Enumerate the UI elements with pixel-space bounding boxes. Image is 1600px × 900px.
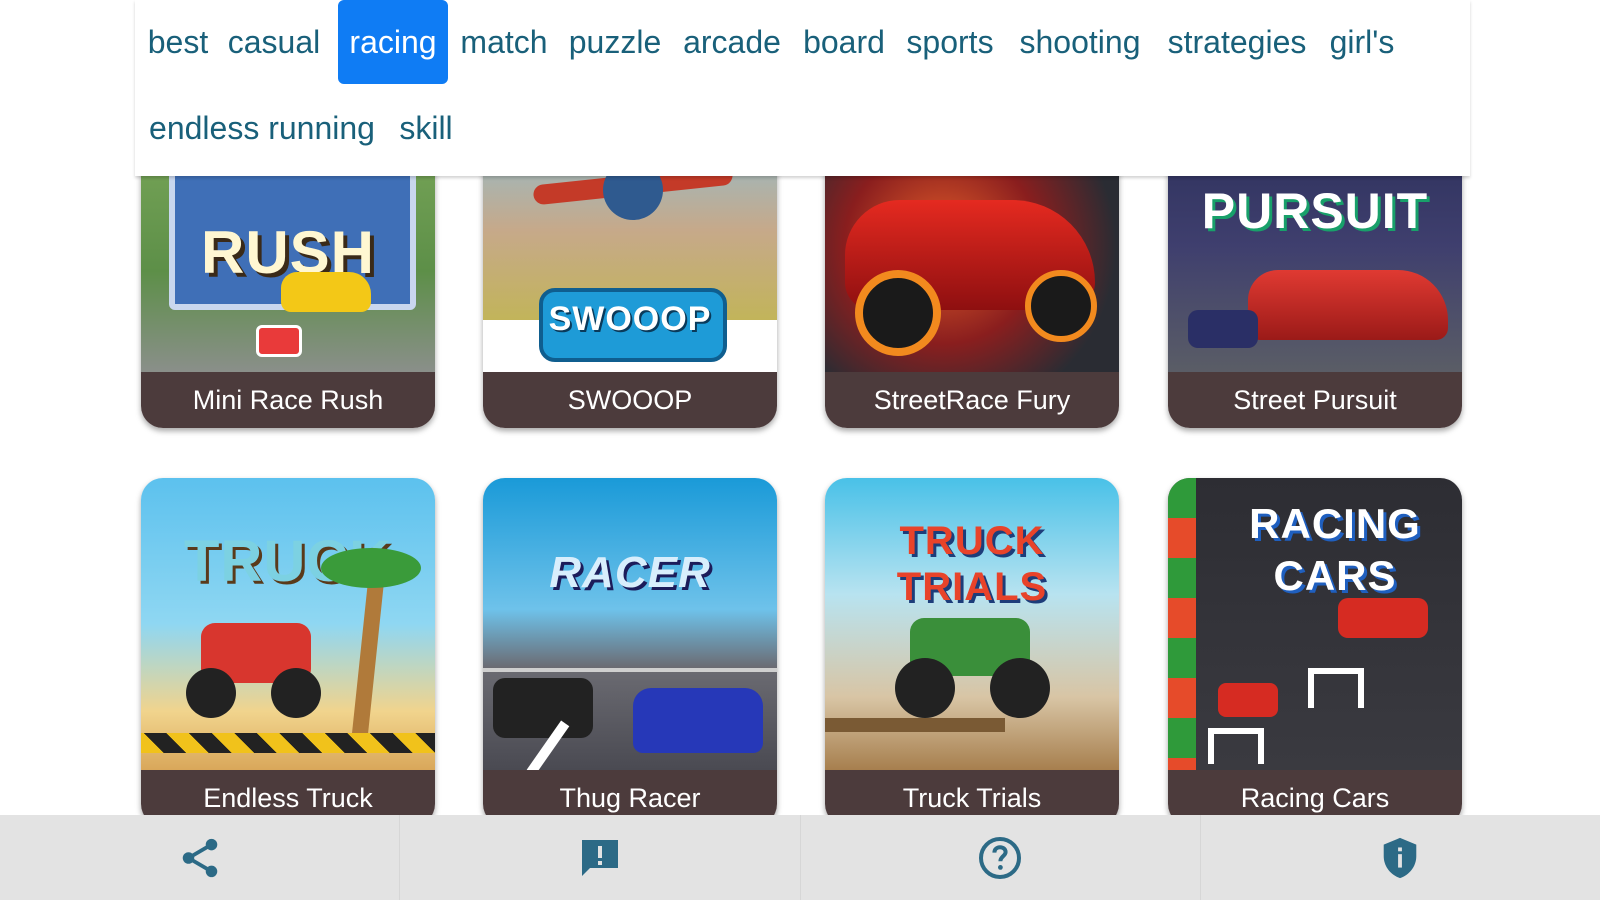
game-title: Mini Race Rush: [141, 372, 435, 428]
category-bar: best casual racing match puzzle arcade b…: [135, 0, 1470, 176]
category-racing[interactable]: racing: [338, 0, 448, 84]
thumbnail-art-text: SWOOOP: [548, 300, 712, 338]
game-card-thug-racer[interactable]: RACER Thug Racer: [483, 478, 777, 815]
category-best[interactable]: best: [140, 0, 216, 84]
thumbnail-art-text: TRUCK TRIALS: [896, 519, 1048, 609]
thumbnail-art-text: RACING CARS: [1249, 500, 1421, 599]
category-endless-running[interactable]: endless running: [140, 86, 384, 170]
category-skill[interactable]: skill: [394, 86, 458, 170]
game-thumbnail: RACER: [483, 478, 777, 770]
help-button[interactable]: [801, 815, 1201, 900]
category-match[interactable]: match: [452, 0, 556, 84]
game-card-racing-cars[interactable]: RACING CARS Racing Cars: [1168, 478, 1462, 815]
game-card-endless-truck[interactable]: TRUCK Endless Truck: [141, 478, 435, 815]
feedback-button[interactable]: [400, 815, 801, 900]
game-title: Endless Truck: [141, 770, 435, 815]
game-title: Street Pursuit: [1168, 372, 1462, 428]
share-icon: [182, 838, 217, 877]
game-title: Truck Trials: [825, 770, 1119, 815]
share-button[interactable]: [0, 815, 401, 900]
category-shooting[interactable]: shooting: [1012, 0, 1148, 84]
category-casual[interactable]: casual: [222, 0, 326, 84]
game-card-truck-trials[interactable]: TRUCK TRIALS Truck Trials: [825, 478, 1119, 815]
feedback-icon: [581, 839, 618, 876]
game-title: Racing Cars: [1168, 770, 1462, 815]
category-puzzle[interactable]: puzzle: [564, 0, 666, 84]
game-thumbnail: RACING CARS: [1168, 478, 1462, 770]
help-icon: [979, 836, 1022, 879]
privacy-button[interactable]: [1201, 815, 1600, 900]
thumbnail-art-text: RACER: [549, 548, 711, 597]
bottom-nav: [0, 815, 1600, 900]
category-board[interactable]: board: [795, 0, 893, 84]
category-girls[interactable]: girl's: [1324, 0, 1400, 84]
thumbnail-art-text: PURSUIT: [1201, 183, 1429, 239]
game-title: SWOOOP: [483, 372, 777, 428]
game-thumbnail: TRUCK TRIALS: [825, 478, 1119, 770]
privacy-shield-icon: [1384, 837, 1417, 878]
category-sports[interactable]: sports: [900, 0, 1000, 84]
category-arcade[interactable]: arcade: [678, 0, 786, 84]
game-thumbnail: TRUCK: [141, 478, 435, 770]
category-strategies[interactable]: strategies: [1160, 0, 1314, 84]
game-title: Thug Racer: [483, 770, 777, 815]
game-title: StreetRace Fury: [825, 372, 1119, 428]
